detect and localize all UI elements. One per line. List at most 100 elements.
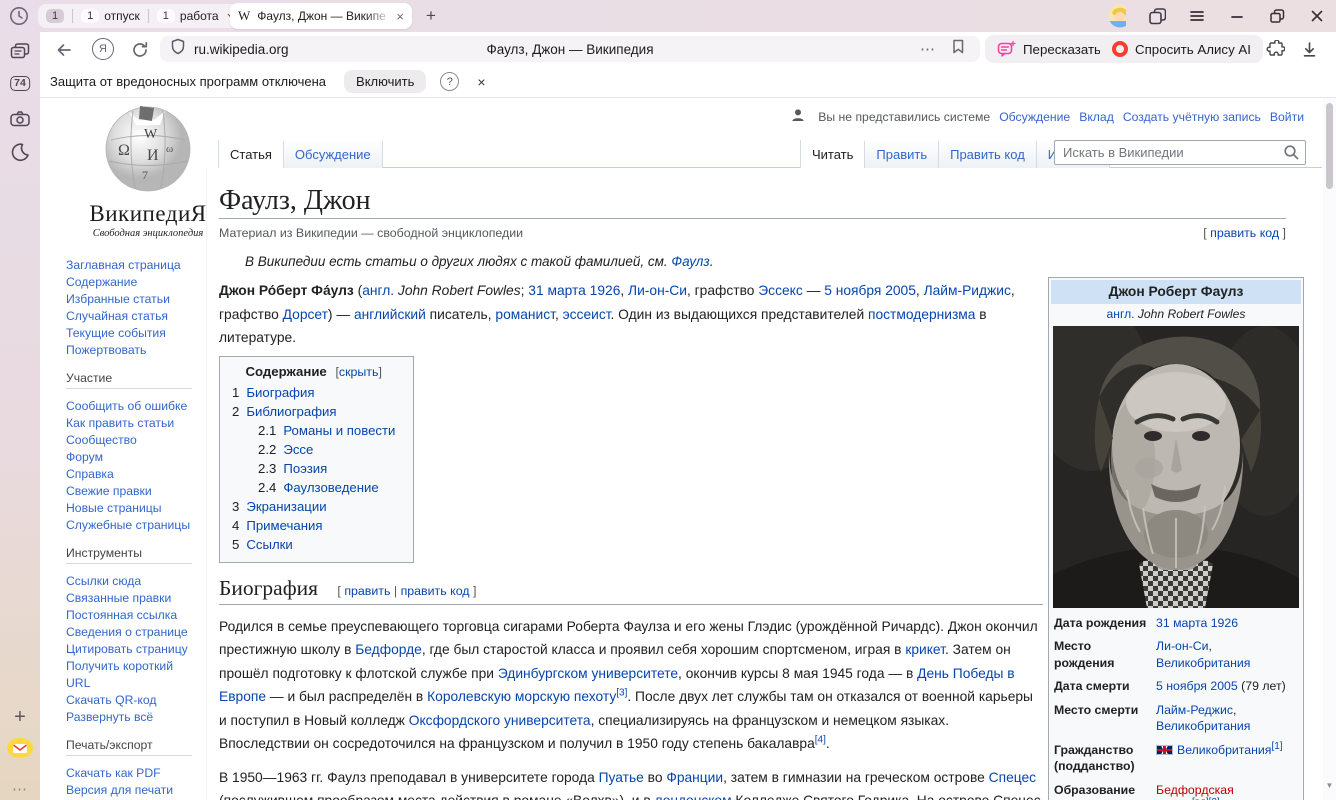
active-tab[interactable]: W Фаулз, Джон — Википе × [230,3,412,29]
tab-group[interactable]: 1отпуск [81,9,140,23]
wiki-link[interactable]: крикет [905,642,945,657]
wiki-sidebar-link[interactable]: Цитировать страницу [66,642,188,656]
wiki-link[interactable]: Великобритания [1156,719,1250,733]
wiki-link[interactable]: править код [401,584,470,598]
wiki-sidebar-link[interactable]: Содержание [66,275,137,289]
restore-button[interactable] [1268,7,1286,25]
toc-link[interactable]: Эссе [283,442,313,457]
wiki-link[interactable]: Королевскую морскую пехоту [427,689,616,704]
wiki-link[interactable]: 5 ноября 2005 [1156,679,1238,693]
wiki-link[interactable]: Ли-он-Си [1156,639,1209,653]
scrollbar-down-icon[interactable]: ▼ [1323,781,1336,790]
yandex-mail-icon[interactable] [5,736,35,760]
tab-panels-icon[interactable] [1148,7,1166,25]
wiki-link[interactable]: скрыть [339,365,379,379]
wiki-sidebar-link[interactable]: Текущие события [66,326,166,340]
search-icon[interactable] [1283,144,1300,166]
screenshot-camera-icon[interactable] [9,110,31,128]
wiki-link[interactable]: Лайм-Риджис [924,283,1011,298]
wiki-sidebar-link[interactable]: Справка [66,467,114,481]
wiki-link[interactable]: постмодернизма [868,307,975,322]
wiki-sidebar-link[interactable]: Версия для печати [66,783,173,797]
wiki-link[interactable]: Дорсет [283,307,328,322]
downloads-icon[interactable] [1300,40,1319,59]
wiki-link[interactable]: Оксфордского университета [409,713,591,728]
wiki-link[interactable]: англ. [1107,307,1138,321]
tab-groups[interactable]: 11отпуск1работа [38,4,246,28]
wiki-sidebar-link[interactable]: Связанные правки [66,591,171,605]
yandex-home-button[interactable]: Я [92,38,114,60]
wiki-sidebar-link[interactable]: Постоянная ссылка [66,608,177,622]
wiki-tab[interactable]: Править код [938,141,1036,168]
scrollbar-thumb[interactable] [1326,103,1333,189]
close-button[interactable] [1308,7,1326,25]
warning-close-icon[interactable]: × [477,74,485,90]
rail-more-icon[interactable]: ⋯ [12,780,28,798]
wiki-tab[interactable]: Статья [218,140,283,168]
wiki-link[interactable]: Эдинбургском университете [498,666,678,681]
toc-link[interactable]: Биография [246,385,314,400]
wiki-link[interactable]: английский [354,307,426,322]
toc-link[interactable]: Фаулзоведение [283,480,378,495]
tabs-counter-badge[interactable]: 74 [10,76,30,91]
wiki-link[interactable]: 31 марта 1926 [528,283,620,298]
wiki-link[interactable]: Фаулз [671,254,709,269]
enable-protection-button[interactable]: Включить [344,70,426,93]
toc-link[interactable]: Экранизации [246,499,326,514]
extensions-puzzle-icon[interactable] [1266,40,1285,59]
wiki-tab[interactable]: Править [864,141,938,168]
address-more-icon[interactable]: ⋯ [920,40,936,58]
wiki-link[interactable]: Ли-он-Си [628,283,687,298]
wiki-sidebar-link[interactable]: Сведения о странице [66,625,188,639]
wiki-link[interactable]: Бедфорде [355,642,422,657]
wiki-tab[interactable]: Обсуждение [283,141,383,168]
wiki-link[interactable]: [4] [815,734,826,745]
personal-link[interactable]: Обсуждение [999,110,1070,124]
toc-link[interactable]: Примечания [246,518,322,533]
wiki-tab[interactable]: Читать [800,140,864,168]
wiki-link[interactable]: Спецес [989,770,1036,785]
wiki-sidebar-link[interactable]: Свежие правки [66,484,152,498]
tab-close-icon[interactable]: × [396,9,404,24]
wiki-link[interactable]: править [344,584,390,598]
wiki-sidebar-link[interactable]: Скачать как PDF [66,766,161,780]
address-bar[interactable]: ru.wikipedia.org Фаулз, Джон — Википедия… [160,36,980,62]
wiki-link[interactable]: Великобритания [1156,656,1250,670]
warning-help-icon[interactable]: ? [440,72,459,91]
retell-ai-button[interactable]: Пересказать [985,35,1113,63]
wiki-sidebar-link[interactable]: Сообщество [66,433,137,447]
wiki-sidebar-link[interactable]: Сообщить об ошибке [66,399,187,413]
back-button[interactable] [54,40,74,60]
site-shield-icon[interactable] [170,38,186,61]
bookmark-icon[interactable] [951,38,966,60]
wiki-link[interactable]: 5 ноября 2005 [824,283,916,298]
toc-link[interactable]: Ссылки [246,537,292,552]
bookmarks-cards-icon[interactable] [10,42,31,61]
wiki-link[interactable]: править код [1210,226,1279,240]
wiki-link[interactable]: Эссекс [758,283,802,298]
wiki-sidebar-link[interactable]: Случайная статья [66,309,168,323]
menu-icon[interactable] [1188,7,1206,25]
tab-group[interactable]: 1 [46,9,64,23]
wikipedia-logo[interactable]: Ω W И ω 7 ВикипедиЯ Свободная энциклопед… [68,102,228,239]
wiki-link[interactable]: [1] [1271,740,1282,751]
wiki-link[interactable]: Великобритания [1177,743,1271,757]
minimize-button[interactable] [1228,7,1246,25]
wiki-link[interactable]: [3] [616,687,627,698]
wiki-sidebar-link[interactable]: Скачать QR-код [66,693,157,707]
wiki-link[interactable]: Лайм-Реджис [1156,703,1233,717]
ask-alice-button[interactable]: Спросить Алису AI [1100,35,1263,63]
wiki-sidebar-link[interactable]: Служебные страницы [66,518,190,532]
page-scrollbar[interactable]: ▼ [1323,98,1336,800]
wiki-sidebar-link[interactable]: Развернуть всё [66,710,153,724]
personal-link[interactable]: Вклад [1079,110,1114,124]
new-tab-button[interactable]: + [420,5,442,27]
personal-link[interactable]: Создать учётную запись [1123,110,1261,124]
wiki-link[interactable]: Франции [666,770,723,785]
wiki-link[interactable]: Пуатье [599,770,644,785]
dark-mode-moon-icon[interactable] [10,142,30,162]
wiki-link[interactable]: лондонском [654,793,731,800]
wiki-sidebar-link[interactable]: Ссылки сюда [66,574,141,588]
wiki-sidebar-link[interactable]: Заглавная страница [66,258,181,272]
wiki-sidebar-link[interactable]: Получить короткий URL [66,659,173,690]
